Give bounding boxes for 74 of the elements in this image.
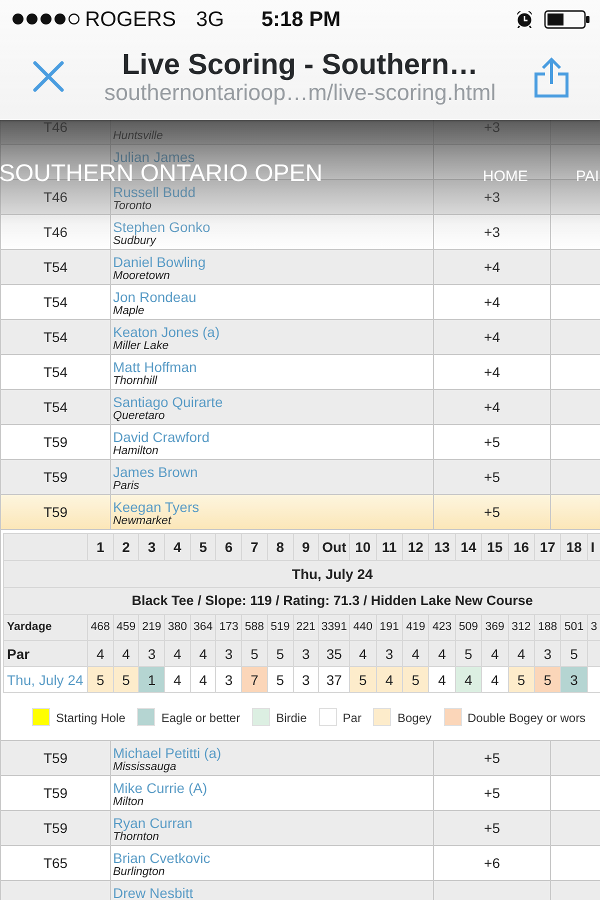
player-rank: T54	[43, 260, 68, 274]
player-score: +5	[484, 470, 500, 484]
hole-score: 1	[138, 666, 165, 692]
hole-score: 3	[560, 666, 588, 692]
player-city: Maple	[113, 305, 144, 318]
legend-label: Par	[342, 710, 362, 725]
carrier-name: ROGERS	[85, 8, 176, 30]
player-city: Huntsville	[113, 130, 163, 143]
hole-score: 7	[242, 666, 268, 692]
player-city: Sudbury	[113, 235, 156, 248]
player-city: Miller Lake	[113, 340, 169, 353]
player-rank: T65	[43, 856, 68, 870]
hole-score: 4	[482, 666, 508, 692]
player-city: Hamilton	[113, 445, 158, 458]
hole-score: 4	[376, 666, 402, 692]
player-city: Newmarket	[113, 515, 172, 528]
player-city: Thornton	[113, 831, 160, 844]
player-score: +5	[484, 821, 500, 835]
hole-score: 5	[534, 666, 561, 692]
player-rank: T59	[43, 821, 68, 835]
player-rank: T59	[43, 505, 68, 519]
player-rank: T59	[43, 786, 68, 800]
legend-label: Bogey	[397, 710, 432, 725]
player-rank: T54	[43, 295, 68, 309]
status-time: 5:18 PM	[261, 8, 341, 30]
player-rank: T59	[43, 435, 68, 449]
hole-score: 5	[350, 666, 376, 692]
player-score: +4	[484, 330, 500, 344]
player-score: +5	[484, 505, 500, 519]
player-city: Mooretown	[113, 270, 170, 283]
player-score: +6	[484, 856, 500, 870]
hole-score: 4	[428, 666, 456, 692]
hole-score: 4	[164, 666, 190, 692]
player-city: Queretaro	[113, 410, 165, 423]
hole-score: 3	[293, 666, 319, 692]
player-rank: T54	[43, 400, 68, 414]
hole-score: 37	[318, 666, 350, 692]
player-score: +5	[484, 751, 500, 765]
player-rank: T54	[43, 330, 68, 344]
hole-score: 5	[88, 666, 114, 692]
course-info: Black Tee / Slope: 119 / Rating: 71.3 / Hidden Lake New Course	[132, 593, 533, 608]
player-score: +4	[484, 365, 500, 379]
hole-score: 5	[113, 666, 139, 692]
network-type: 3G	[196, 8, 224, 30]
player-city: Mississauga	[113, 761, 176, 774]
hole-score: 5	[267, 666, 293, 692]
player-city: Thornhill	[113, 375, 158, 388]
legend-label: Starting Hole	[56, 710, 126, 725]
hole-score: 4	[455, 666, 482, 692]
player-rank: T46	[43, 225, 68, 239]
player-city: Paris	[113, 480, 140, 493]
player-score: +3	[484, 190, 500, 204]
hole-score: 4	[190, 666, 216, 692]
page-title: Live Scoring - Southern…	[122, 49, 478, 81]
hole-score: 3	[216, 666, 242, 692]
player-score: +5	[484, 786, 500, 800]
player-score: +5	[484, 435, 500, 449]
legend-label: Double Bogey or wors	[468, 710, 586, 725]
legend-label: Birdie	[276, 710, 307, 725]
player-score: +3	[484, 225, 500, 239]
legend-label: Eagle or better	[161, 710, 240, 725]
player-score: +4	[484, 260, 500, 274]
player-city: Burlington	[113, 866, 165, 879]
hole-score: 5	[508, 666, 534, 692]
player-rank: T59	[43, 470, 68, 484]
player-score: +4	[484, 400, 500, 414]
hole-score: 5	[402, 666, 429, 692]
player-city: Toronto	[113, 200, 152, 213]
player-city: Milton	[113, 796, 144, 809]
player-score: +4	[484, 295, 500, 309]
round-date-heading: Thu, July 24	[292, 566, 373, 582]
player-rank: T59	[43, 751, 68, 765]
player-rank: T54	[43, 365, 68, 379]
player-rank: T46	[43, 190, 68, 204]
